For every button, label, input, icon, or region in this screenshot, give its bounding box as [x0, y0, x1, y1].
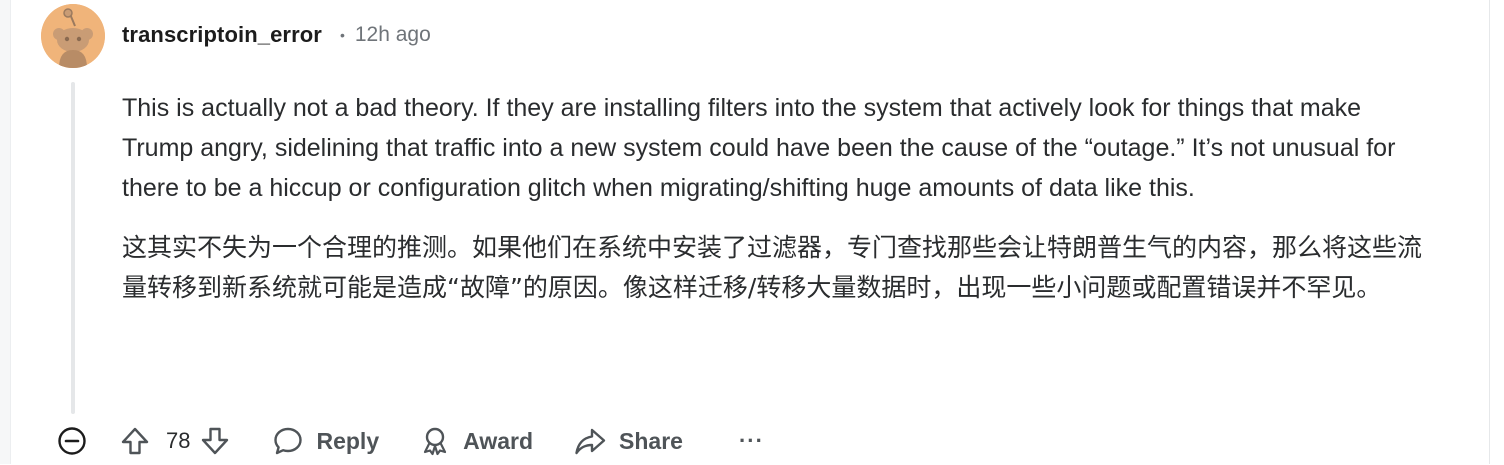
comment-header: transcriptoin_error • 12h ago: [122, 18, 431, 52]
upvote-button[interactable]: [118, 424, 152, 458]
reply-label: Reply: [316, 427, 380, 454]
collapse-button[interactable]: [56, 425, 88, 457]
vote-group: 78: [118, 424, 232, 458]
share-label: Share: [619, 427, 683, 454]
share-button[interactable]: Share: [573, 425, 683, 457]
scrollbar-track[interactable]: [1489, 0, 1504, 464]
username[interactable]: transcriptoin_error: [122, 22, 322, 48]
award-button[interactable]: Award: [419, 425, 533, 457]
collapse-minus-icon: [58, 427, 86, 455]
comment-body: This is actually not a bad theory. If th…: [122, 88, 1432, 308]
upvote-arrow-icon: [121, 427, 149, 455]
more-options-button[interactable]: ···: [739, 428, 764, 454]
reply-button[interactable]: Reply: [272, 425, 379, 457]
comment-paragraph-english: This is actually not a bad theory. If th…: [122, 94, 1396, 202]
comment-paragraph-chinese: 这其实不失为一个合理的推测。如果他们在系统中安装了过滤器，专门查找那些会让特朗普…: [122, 233, 1423, 302]
timestamp[interactable]: 12h ago: [355, 23, 431, 47]
separator-dot: •: [339, 27, 345, 43]
share-arrow-icon: [575, 428, 606, 455]
avatar[interactable]: [41, 4, 105, 68]
vote-score: 78: [166, 428, 191, 453]
award-label: Award: [463, 427, 534, 454]
comment-action-bar: 78 Reply Award Share ···: [56, 417, 764, 465]
award-ribbon-icon: [424, 427, 447, 456]
snoo-avatar-icon: [41, 4, 105, 68]
speech-bubble-icon: [274, 427, 303, 455]
thread-line[interactable]: [71, 82, 75, 414]
downvote-button[interactable]: [198, 424, 232, 458]
left-panel-edge: [0, 0, 11, 464]
downvote-arrow-icon: [202, 427, 229, 455]
